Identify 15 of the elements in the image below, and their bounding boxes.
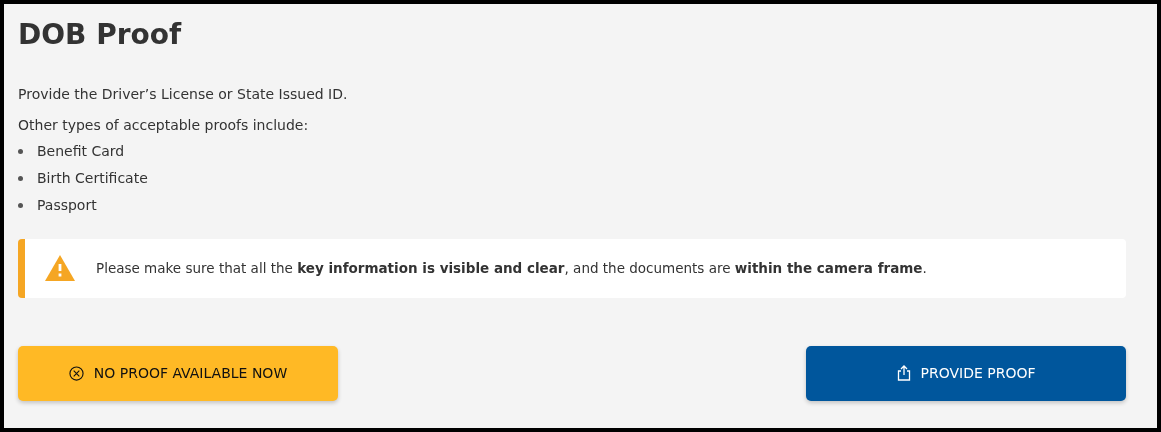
provide-proof-button[interactable]: PROVIDE PROOF — [806, 345, 1126, 401]
warning-icon — [44, 254, 76, 283]
instruction-text: Provide the Driver’s License or State Issued ID. — [18, 84, 349, 104]
list-item: Benefit Card — [37, 141, 125, 161]
alert-text: Please make sure that all the key information is visible and clear, and the documents are within the camera frame. — [96, 258, 927, 278]
circle-x-icon — [68, 365, 84, 381]
list-item: Birth Certificate — [37, 168, 148, 188]
bullet-icon — [18, 175, 23, 181]
bullet-icon — [18, 148, 23, 154]
bullet-icon — [18, 202, 23, 208]
upload-icon — [896, 365, 911, 382]
list-item: Passport — [37, 195, 97, 215]
page-title: DOB Proof — [18, 18, 183, 52]
list-heading: Other types of acceptable proofs include: — [18, 115, 310, 135]
no-proof-button[interactable]: NO PROOF AVAILABLE NOW — [18, 345, 338, 401]
